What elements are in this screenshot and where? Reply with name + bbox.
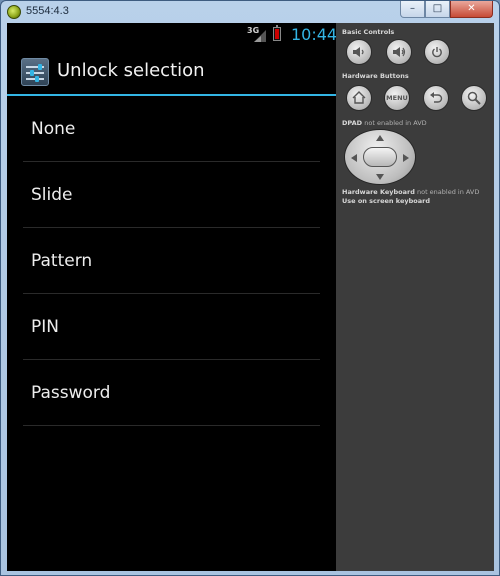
maximize-button[interactable]: □ bbox=[425, 1, 450, 18]
window-controls: – □ ✕ bbox=[400, 1, 493, 19]
menu-button[interactable]: MENU bbox=[384, 85, 410, 111]
back-icon bbox=[430, 92, 443, 103]
dpad-label-text: DPAD bbox=[342, 119, 362, 127]
search-button[interactable] bbox=[461, 85, 487, 111]
home-button[interactable] bbox=[346, 85, 372, 111]
minimize-button[interactable]: – bbox=[400, 1, 425, 18]
volume-up-button[interactable] bbox=[386, 39, 412, 65]
volume-down-icon bbox=[353, 47, 364, 57]
dpad-down-arrow-icon[interactable] bbox=[376, 174, 384, 180]
option-none[interactable]: None bbox=[23, 96, 320, 162]
keyboard-note: Hardware Keyboard not enabled in AVD Use… bbox=[342, 188, 479, 206]
keyboard-status: not enabled in AVD bbox=[416, 188, 480, 196]
title-bar[interactable]: 5554:4.3 – □ ✕ bbox=[1, 1, 499, 23]
unlock-options-list: None Slide Pattern PIN Password bbox=[23, 96, 320, 426]
dpad-right-arrow-icon[interactable] bbox=[403, 154, 409, 162]
dpad-up-arrow-icon[interactable] bbox=[376, 135, 384, 141]
signal-icon bbox=[254, 30, 266, 42]
emulator-controls-panel: Basic Controls Hardware Buttons MENU DPA… bbox=[336, 23, 494, 571]
dpad-note: not enabled in AVD bbox=[364, 119, 427, 127]
close-button[interactable]: ✕ bbox=[450, 1, 493, 18]
dpad-label: DPAD not enabled in AVD bbox=[342, 119, 427, 127]
search-icon bbox=[467, 91, 481, 105]
option-pattern[interactable]: Pattern bbox=[23, 228, 320, 294]
power-button[interactable] bbox=[424, 39, 450, 65]
keyboard-hint: Use on screen keyboard bbox=[342, 197, 430, 205]
status-clock: 10:44 bbox=[291, 25, 338, 44]
dpad-control[interactable] bbox=[344, 129, 416, 185]
option-password[interactable]: Password bbox=[23, 360, 320, 426]
dpad-center-button[interactable] bbox=[363, 147, 397, 167]
status-bar: 3G 10:44 bbox=[7, 23, 338, 48]
emulator-window: 5554:4.3 – □ ✕ 3G 10:44 Unlock selection… bbox=[0, 0, 500, 576]
battery-icon bbox=[273, 25, 281, 41]
power-icon bbox=[432, 47, 442, 58]
android-emulator-icon bbox=[7, 5, 21, 19]
basic-controls-label: Basic Controls bbox=[342, 28, 395, 36]
hardware-buttons-label: Hardware Buttons bbox=[342, 72, 409, 80]
home-icon bbox=[352, 91, 366, 104]
keyboard-label: Hardware Keyboard bbox=[342, 188, 415, 196]
settings-icon[interactable] bbox=[21, 58, 49, 86]
option-slide[interactable]: Slide bbox=[23, 162, 320, 228]
volume-up-icon bbox=[393, 47, 406, 57]
action-bar: Unlock selection bbox=[7, 48, 336, 96]
volume-down-button[interactable] bbox=[346, 39, 372, 65]
device-screen[interactable]: 3G 10:44 Unlock selection None Slide Pat… bbox=[7, 23, 338, 571]
dpad-left-arrow-icon[interactable] bbox=[351, 154, 357, 162]
page-title: Unlock selection bbox=[57, 60, 205, 81]
option-pin[interactable]: PIN bbox=[23, 294, 320, 360]
back-button[interactable] bbox=[423, 85, 449, 111]
window-title: 5554:4.3 bbox=[26, 5, 69, 17]
